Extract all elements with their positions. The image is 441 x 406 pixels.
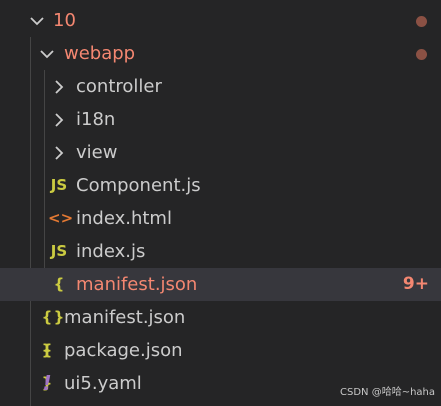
tree-item-file-webapp-manifest-json[interactable]: { } manifest.json 9+ bbox=[0, 268, 441, 326]
tree-item-folder-10[interactable]: 10 bbox=[0, 4, 441, 37]
json-file-icon: { } bbox=[41, 341, 53, 392]
file-label: index.js bbox=[76, 241, 146, 262]
tree-item-file-index-html[interactable]: <> index.html bbox=[0, 202, 441, 235]
tree-item-folder-i18n[interactable]: i18n bbox=[0, 103, 441, 136]
file-label: manifest.json bbox=[76, 274, 198, 295]
chevron-right-icon[interactable] bbox=[49, 110, 69, 130]
chevron-down-icon[interactable] bbox=[27, 11, 47, 31]
tree-item-file-package-json[interactable]: { } package.json bbox=[0, 334, 441, 392]
file-label: package.json bbox=[64, 340, 183, 361]
tree-item-file-manifest-json[interactable]: { } manifest.json bbox=[0, 301, 441, 359]
file-label: ui5.yaml bbox=[64, 373, 142, 394]
folder-label: webapp bbox=[64, 43, 136, 64]
chevron-down-icon[interactable] bbox=[37, 44, 57, 64]
tree-item-file-component-js[interactable]: JS Component.js bbox=[0, 169, 441, 202]
chevron-right-icon[interactable] bbox=[49, 143, 69, 163]
folder-label: i18n bbox=[76, 109, 116, 130]
folder-label: controller bbox=[76, 76, 162, 97]
folder-label: 10 bbox=[53, 10, 76, 31]
folder-label: view bbox=[76, 142, 118, 163]
javascript-file-icon: JS bbox=[50, 176, 68, 194]
javascript-file-icon: JS bbox=[50, 242, 68, 260]
tree-item-file-index-js[interactable]: JS index.js bbox=[0, 235, 441, 268]
json-file-icon: { } bbox=[53, 275, 65, 326]
problems-badge: 9+ bbox=[402, 274, 429, 294]
chevron-right-icon[interactable] bbox=[49, 77, 69, 97]
tree-item-folder-view[interactable]: view bbox=[0, 136, 441, 169]
tree-item-folder-controller[interactable]: controller bbox=[0, 70, 441, 103]
file-label: Component.js bbox=[76, 175, 201, 196]
watermark: CSDN @哈哈~haha bbox=[340, 387, 435, 398]
yaml-file-icon: ! bbox=[42, 371, 52, 395]
file-label: index.html bbox=[76, 208, 172, 229]
json-file-icon: { } bbox=[41, 308, 53, 359]
file-explorer: 10 webapp controller i18n view JS Compon… bbox=[0, 0, 441, 406]
modified-dot bbox=[416, 16, 427, 27]
html-file-icon: <> bbox=[48, 209, 74, 227]
modified-dot bbox=[416, 49, 427, 60]
tree-item-folder-webapp[interactable]: webapp bbox=[0, 37, 441, 70]
file-label: manifest.json bbox=[64, 307, 186, 328]
